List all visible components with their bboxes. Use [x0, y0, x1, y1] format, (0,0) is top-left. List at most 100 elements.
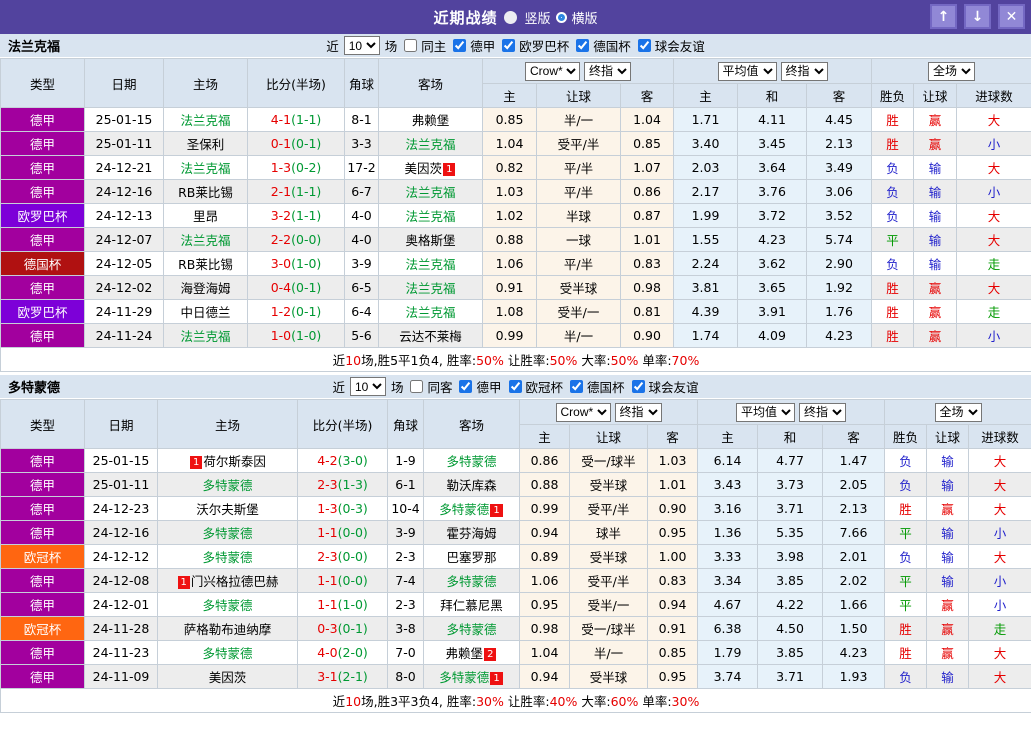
halftime-score: (1-0) — [291, 256, 322, 271]
odds-away-cell: 0.85 — [620, 131, 674, 156]
team-link[interactable]: 霍芬海姆 — [446, 526, 496, 541]
team-link[interactable]: 多特蒙德 — [202, 550, 252, 565]
same-venue-checkbox[interactable] — [404, 39, 418, 52]
team-link[interactable]: 法兰克福 — [405, 305, 455, 320]
team-name: 法兰克福 — [8, 40, 61, 55]
team-link[interactable]: 海登海姆 — [180, 281, 230, 296]
league-filter-label: 球会友谊 — [648, 380, 699, 395]
avg-stage-select[interactable]: 终指 — [780, 61, 828, 81]
team-link[interactable]: 法兰克福 — [405, 281, 455, 296]
match-row: 德甲 24-12-23 沃尔夫斯堡 1-3(0-3) 10-4 多特蒙德 1 0.99 受平/半… — [0, 496, 1031, 521]
team-link[interactable]: 美因茨 — [405, 161, 443, 176]
odds-stage-select[interactable]: 终指 — [584, 61, 631, 81]
team-link[interactable]: 圣保利 — [187, 137, 225, 152]
team-link[interactable]: 云达不莱梅 — [399, 329, 462, 344]
team-link[interactable]: 里昂 — [193, 209, 218, 224]
fulltime-score: 4-0 — [317, 645, 338, 660]
date-cell: 24-12-01 — [84, 592, 158, 617]
scroll-up-button[interactable]: ↑ — [930, 4, 957, 29]
league-filter-checkbox[interactable] — [631, 380, 645, 393]
match-row: 德甲 24-12-16 多特蒙德 1-1(0-0) 3-9 霍芬海姆 0.94 球半 0.95 1… — [0, 520, 1031, 545]
team-link[interactable]: 奥格斯堡 — [405, 233, 455, 248]
team-link[interactable]: 法兰克福 — [180, 233, 230, 248]
result-wdl-cell: 胜 — [884, 616, 928, 641]
summary-segment: 单率: — [638, 694, 672, 709]
match-scope-select[interactable]: 全场 — [928, 61, 976, 81]
avg-draw-cell: 3.45 — [737, 131, 807, 156]
team-link[interactable]: 多特蒙德 — [439, 670, 489, 685]
team-link[interactable]: 法兰克福 — [405, 209, 455, 224]
team-link[interactable]: RB莱比锡 — [178, 257, 233, 272]
avg-away-cell: 2.01 — [821, 544, 886, 569]
team-link[interactable]: 勒沃库森 — [446, 478, 496, 493]
filter-controls: 近 10 场 同客 德甲 欧冠杯 德国杯 球会友谊 — [331, 377, 699, 396]
average-select[interactable]: 平均值 — [736, 402, 795, 422]
red-card-badge: 2 — [484, 648, 497, 661]
odds-stage-select[interactable]: 终指 — [614, 402, 662, 422]
window-title: 近期战绩 — [433, 8, 498, 27]
team-link[interactable]: 多特蒙德 — [202, 646, 252, 661]
team-link[interactable]: 弗赖堡 — [412, 113, 450, 128]
league-filter-checkbox[interactable] — [459, 380, 473, 393]
team-link[interactable]: 多特蒙德 — [439, 502, 489, 517]
team-link[interactable]: 巴塞罗那 — [446, 550, 496, 565]
league-filter-checkbox[interactable] — [508, 380, 522, 393]
team-link[interactable]: 法兰克福 — [405, 257, 455, 272]
avg-stage-select[interactable]: 终指 — [799, 402, 846, 422]
league-filter-checkbox[interactable] — [637, 39, 651, 52]
same-venue-checkbox[interactable] — [410, 380, 424, 393]
average-select[interactable]: 平均值 — [717, 61, 777, 81]
team-link[interactable]: 多特蒙德 — [202, 526, 252, 541]
result-handicap-cell: 赢 — [926, 616, 970, 641]
team-link[interactable]: 法兰克福 — [405, 185, 455, 200]
score-cell: 1-1(1-0) — [297, 592, 388, 617]
team-link[interactable]: 多特蒙德 — [446, 574, 496, 589]
match-count-select[interactable]: 10 — [349, 377, 386, 396]
team-link[interactable]: 法兰克福 — [180, 329, 230, 344]
titlebar-center: 近期战绩 竖版 横版 — [433, 7, 597, 28]
team-link[interactable]: 美因茨 — [209, 670, 247, 685]
team-link[interactable]: 多特蒙德 — [446, 454, 496, 469]
close-button[interactable]: ✕ — [998, 4, 1025, 29]
league-filter-checkbox[interactable] — [570, 380, 584, 393]
fulltime-score: 1-1 — [317, 525, 338, 540]
team-link[interactable]: 多特蒙德 — [446, 622, 496, 637]
team-link[interactable]: 门兴格拉德巴赫 — [191, 574, 279, 589]
league-type-cell: 德甲 — [0, 640, 85, 665]
odds-home-cell: 0.94 — [519, 520, 570, 545]
corner-cell: 1-9 — [387, 448, 424, 473]
odds-company-select[interactable]: Crow* — [555, 402, 611, 422]
team-link[interactable]: 法兰克福 — [180, 113, 230, 128]
team-link[interactable]: 荷尔斯泰因 — [203, 454, 266, 469]
league-filter-checkbox[interactable] — [576, 39, 590, 52]
result-goals-cell: 小 — [956, 179, 1031, 204]
team-link[interactable]: 弗赖堡 — [446, 646, 484, 661]
team-link[interactable]: 多特蒙德 — [202, 478, 252, 493]
summary-segment: 30% — [671, 694, 700, 709]
league-filter-checkbox[interactable] — [453, 39, 467, 52]
fulltime-score: 1-3 — [317, 501, 338, 516]
team-link[interactable]: 中日德兰 — [180, 305, 230, 320]
team-link[interactable]: 萨格勒布迪纳摩 — [184, 622, 272, 637]
home-team-cell: 美因茨 — [157, 664, 298, 689]
match-count-select[interactable]: 10 — [343, 36, 380, 55]
match-scope-select[interactable]: 全场 — [934, 402, 982, 422]
corner-cell: 3-3 — [344, 131, 379, 156]
team-link[interactable]: RB莱比锡 — [178, 185, 233, 200]
avg-home-cell: 1.99 — [673, 203, 738, 228]
match-row: 德甲 24-11-23 多特蒙德 4-0(2-0) 7-0 弗赖堡 2 1.04 半/一 0.85… — [0, 640, 1031, 665]
scroll-down-button[interactable]: ↓ — [964, 4, 991, 29]
fulltime-score: 0-4 — [270, 280, 292, 295]
team-link[interactable]: 拜仁慕尼黑 — [440, 598, 503, 613]
team-link[interactable]: 沃尔夫斯堡 — [196, 502, 259, 517]
league-filter-checkbox[interactable] — [502, 39, 516, 52]
vertical-layout-radio[interactable] — [504, 10, 518, 24]
team-link[interactable]: 法兰克福 — [405, 137, 455, 152]
horizontal-layout-radio[interactable] — [557, 13, 565, 21]
odds-company-select[interactable]: Crow* — [525, 61, 580, 81]
team-link[interactable]: 法兰克福 — [180, 161, 230, 176]
result-wdl-cell: 平 — [884, 520, 928, 545]
away-team-cell: 巴塞罗那 — [423, 544, 520, 569]
summary-segment: 70% — [671, 353, 700, 368]
team-link[interactable]: 多特蒙德 — [202, 598, 252, 613]
